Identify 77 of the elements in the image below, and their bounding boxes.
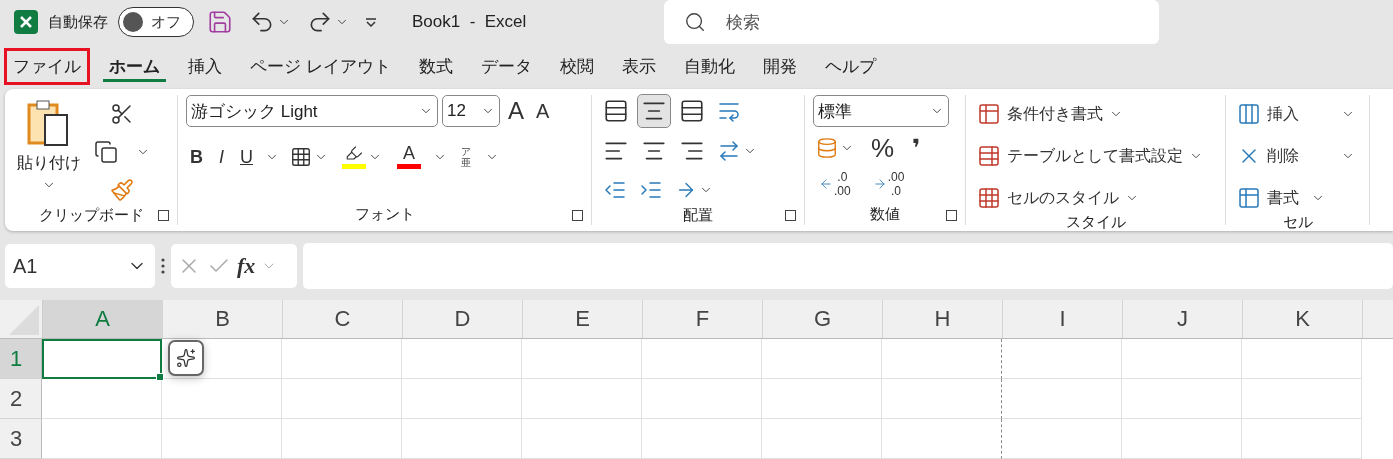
dialog-launcher-icon[interactable] [572, 210, 583, 221]
cells-menu-button[interactable]: 書式 [1234, 183, 1361, 213]
row-header[interactable]: 2 [0, 379, 42, 419]
paste-button[interactable]: 貼り付け [13, 95, 85, 205]
number-format-dropdown[interactable]: 標準 [813, 95, 949, 127]
group-label: 数値 [870, 204, 900, 224]
shrink-font-button[interactable]: A [532, 99, 554, 123]
ribbon-tab[interactable]: ヘルプ [815, 48, 885, 86]
align-icon [679, 98, 705, 124]
column-header[interactable]: A [43, 300, 163, 338]
ribbon-tab[interactable]: データ [471, 48, 541, 86]
group-label: セル [1282, 213, 1313, 232]
row-header[interactable]: 1 [0, 339, 42, 379]
window-title: Book1 - Excel [412, 12, 527, 33]
row-header[interactable]: 3 [0, 419, 42, 459]
cells-menu-button[interactable]: 削除 [1234, 141, 1361, 171]
bold-button[interactable]: B [186, 145, 207, 168]
group-label: スタイル [1065, 213, 1126, 232]
selected-cell[interactable] [42, 339, 162, 379]
save-icon [207, 9, 233, 36]
styles-menu-button[interactable]: 条件付き書式 [974, 99, 1217, 129]
percent-button[interactable]: % [867, 133, 899, 163]
ribbon-tab[interactable]: ホーム [100, 48, 169, 86]
grow-font-button[interactable]: A [504, 97, 528, 125]
currency-icon [816, 137, 838, 159]
clipboard-icon [27, 99, 71, 149]
search-field[interactable]: 検索 [664, 0, 1160, 45]
autosave-label: 自動保存 [48, 12, 108, 32]
paint-bucket-icon [345, 144, 363, 162]
cell[interactable] [882, 339, 1002, 379]
name-box[interactable]: A1 [5, 244, 155, 288]
group-label: クリップボード [38, 205, 144, 225]
scissors-icon [110, 102, 134, 126]
borders-icon [290, 145, 312, 168]
app-logo-icon[interactable] [14, 10, 38, 35]
dialog-launcher-icon[interactable] [946, 210, 957, 221]
ribbon-tab[interactable]: 開発 [753, 48, 806, 86]
toolbar-menu-icon [365, 17, 377, 27]
styles-menu-button[interactable]: テーブルとして書式設定 [974, 141, 1217, 171]
quick-analysis-menu[interactable] [168, 340, 204, 376]
sparkle-icon [176, 348, 196, 368]
increase-decimal-button[interactable]: .0 .00 [813, 169, 857, 199]
font-color-button[interactable]: A [393, 142, 425, 171]
formula-input[interactable] [303, 243, 1393, 289]
underline-button[interactable]: U [236, 145, 257, 168]
cell[interactable] [882, 379, 1002, 419]
comma-button[interactable]: ❜ [908, 134, 925, 162]
ribbon-tab[interactable]: 挿入 [179, 48, 231, 86]
styles-menu-button[interactable]: セルのスタイル [974, 183, 1217, 213]
more-icon[interactable] [161, 258, 165, 274]
font-size-dropdown[interactable]: 12 [442, 95, 500, 127]
dialog-launcher-icon[interactable] [785, 210, 796, 221]
ribbon-tab[interactable]: ファイル [4, 48, 90, 86]
decrease-decimal-button[interactable]: .00 .0 [866, 169, 911, 199]
italic-button[interactable]: I [215, 145, 228, 168]
merge-icon [717, 139, 741, 163]
ribbon-tab[interactable]: 校閲 [550, 48, 603, 86]
copy-icon [94, 140, 118, 164]
arrow-icon [819, 177, 833, 191]
group-label: 配置 [683, 205, 713, 225]
align-icon [603, 98, 629, 124]
font-name-dropdown[interactable]: 游ゴシック Light [186, 95, 438, 127]
arrow-icon [872, 177, 887, 191]
paintbrush-icon [110, 178, 134, 202]
phonetic-guide-button[interactable]: ア 亜 [455, 144, 477, 169]
insert-function-button[interactable]: fx [237, 253, 256, 279]
search-icon [684, 11, 707, 34]
dialog-launcher-icon[interactable] [158, 210, 169, 221]
ribbon-tab[interactable]: 表示 [612, 48, 665, 86]
ribbon-tab[interactable]: 自動化 [674, 48, 744, 86]
cell[interactable] [882, 419, 1002, 459]
cells-menu-button[interactable]: 挿入 [1234, 99, 1361, 129]
ribbon-tab[interactable]: ページ レイアウト [241, 48, 400, 86]
group-label: フォント [354, 204, 415, 224]
vertical-align-button[interactable] [638, 95, 670, 127]
autosave-toggle[interactable]: オフ [118, 7, 194, 38]
ribbon-tab[interactable]: 数式 [409, 48, 462, 86]
